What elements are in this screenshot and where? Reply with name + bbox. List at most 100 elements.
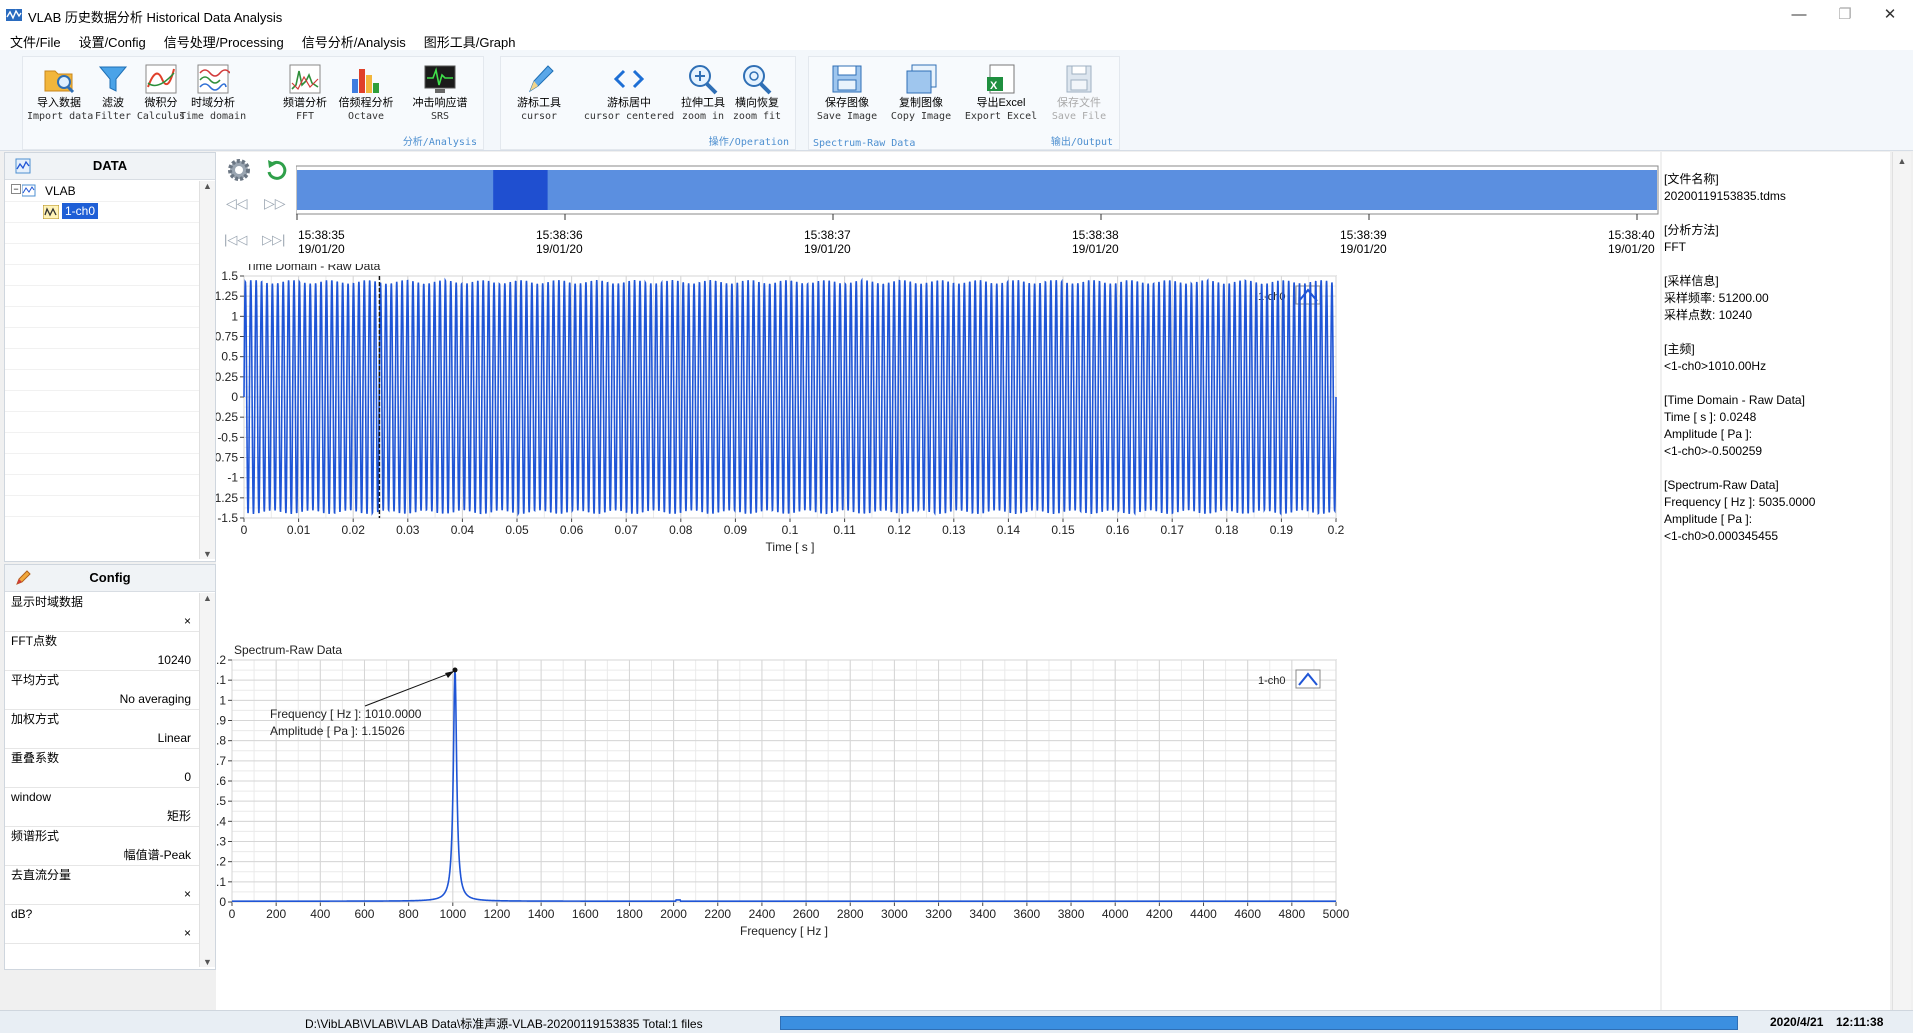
x-tick-label: 0.12 — [888, 523, 912, 537]
y-tick-label: 0.8 — [216, 734, 226, 748]
fft-button[interactable]: 频谱分析 FFT — [273, 59, 337, 123]
go-start-icon[interactable]: |◁◁ — [224, 232, 247, 248]
time-domain-chart[interactable]: Time Domain - Raw Data 0 0.01 0.02 0.03 0.04 0… — [216, 264, 1660, 624]
copy-image-icon — [906, 64, 937, 94]
x-tick-label: 0.18 — [1215, 523, 1239, 537]
x-tick-label: 0.05 — [505, 523, 529, 537]
config-value-remove-dc[interactable]: × — [5, 885, 199, 905]
info-line — [1664, 460, 1815, 477]
time-domain-button[interactable]: 时域分析 Time domain — [177, 59, 249, 123]
overview-tick-label: 15:38:40 19/01/20 — [1608, 228, 1655, 256]
restore-button[interactable]: ❐ — [1822, 0, 1868, 30]
cursor-tool-button[interactable]: 游标工具 cursor — [507, 59, 571, 123]
data-tree-scrollbar[interactable]: ▲ ▼ — [199, 181, 215, 559]
info-line: 采样频率: 51200.00 — [1664, 291, 1769, 305]
menu-analysis[interactable]: 信号分析/Analysis — [292, 30, 414, 51]
time-domain-sublabel: Time domain — [179, 111, 247, 122]
settings-gear-icon[interactable] — [224, 156, 254, 184]
tree-root-vlab[interactable]: − VLAB — [5, 181, 199, 202]
center-arrows-icon — [613, 69, 645, 89]
octave-sublabel: Octave — [347, 111, 385, 122]
spectrum-chart[interactable]: Spectrum-Raw Data0 200 400 600 800 1000 1200 14… — [216, 636, 1660, 1006]
scroll-up-icon[interactable]: ▲ — [200, 181, 215, 191]
step-back-icon[interactable]: ◁◁ — [226, 195, 248, 212]
x-tick-label: 3400 — [969, 907, 996, 921]
x-tick-label: 3200 — [925, 907, 952, 921]
save-file-button[interactable]: 保存文件 Save File — [1043, 59, 1115, 123]
y-tick-label: 0.25 — [216, 370, 238, 384]
config-scrollbar[interactable]: ▲ ▼ — [199, 593, 215, 967]
tree-item-channel[interactable]: 1-ch0 — [5, 202, 199, 223]
zoom-in-icon — [689, 65, 718, 95]
minimize-button[interactable]: — — [1776, 0, 1822, 30]
config-label-window: window — [5, 788, 199, 807]
ribbon-group-operation: 游标工具 cursor 游标居中 cursor centered 拉伸工具 zo… — [500, 56, 796, 150]
config-value-fft-points[interactable]: 10240 — [5, 651, 199, 671]
export-excel-button[interactable]: X 导出Excel Export Excel — [961, 59, 1041, 123]
cursor-centered-sublabel: cursor centered — [583, 111, 675, 122]
config-scroll-up-icon[interactable]: ▲ — [200, 593, 215, 603]
status-date: 2020/4/21 — [1770, 1015, 1824, 1029]
refresh-icon[interactable] — [262, 156, 292, 184]
save-image-button[interactable]: 保存图像 Save Image — [809, 59, 885, 123]
x-tick-label: 4400 — [1190, 907, 1217, 921]
x-tick-label: 200 — [266, 907, 286, 921]
close-button[interactable]: ✕ — [1867, 0, 1913, 30]
y-tick-label: 0.3 — [216, 835, 226, 849]
chart-title: Spectrum-Raw Data — [234, 643, 342, 657]
config-value-overlap[interactable]: 0 — [5, 768, 199, 788]
cursor-centered-button[interactable]: 游标居中 cursor centered — [579, 59, 679, 123]
menu-processing[interactable]: 信号处理/Processing — [154, 30, 292, 51]
menu-file[interactable]: 文件/File — [0, 30, 69, 51]
y-tick-label: -0.5 — [217, 430, 238, 444]
annotation-amplitude: Amplitude [ Pa ]: 1.15026 — [270, 724, 405, 738]
config-value-weighting[interactable]: Linear — [5, 729, 199, 749]
time-domain-label: 时域分析 — [191, 97, 235, 109]
zoom-fit-button[interactable]: 横向恢复 zoom fit — [725, 59, 789, 123]
config-value-spectrum-form[interactable]: 幅值谱-Peak — [5, 846, 199, 866]
overview-waveform[interactable] — [296, 162, 1660, 232]
config-panel-title: Config — [89, 570, 131, 585]
progress-bar — [780, 1016, 1738, 1030]
x-tick-label: 4200 — [1146, 907, 1173, 921]
step-forward-icon[interactable]: ▷▷ — [264, 195, 286, 212]
menu-graph[interactable]: 图形工具/Graph — [414, 30, 524, 51]
save-image-icon — [832, 65, 862, 93]
info-line: Frequency [ Hz ]: 5035.0000 — [1664, 495, 1816, 509]
info-scrollbar[interactable]: ▲ — [1892, 152, 1911, 1010]
info-line: [主频] — [1664, 342, 1695, 356]
config-value-db[interactable]: × — [5, 924, 199, 944]
x-tick-label: 0.14 — [997, 523, 1021, 537]
spectrum-icon — [289, 64, 321, 94]
x-tick-label: 2000 — [660, 907, 687, 921]
x-tick-label: 2200 — [704, 907, 731, 921]
octave-button[interactable]: 倍频程分析 Octave — [331, 59, 401, 123]
scroll-down-icon[interactable]: ▼ — [200, 549, 215, 559]
cursor-tool-label: 游标工具 — [517, 97, 561, 109]
info-line: [文件名称] — [1664, 172, 1719, 186]
srs-button[interactable]: 冲击响应谱 SRS — [405, 59, 475, 123]
config-label-db: dB? — [5, 905, 199, 924]
config-value-window[interactable]: 矩形 — [5, 807, 199, 827]
info-scroll-up-icon[interactable]: ▲ — [1893, 156, 1911, 166]
x-tick-label: 0.16 — [1106, 523, 1130, 537]
copy-image-button[interactable]: 复制图像 Copy Image — [883, 59, 959, 123]
menu-config[interactable]: 设置/Config — [69, 30, 154, 51]
x-tick-label: 0.17 — [1161, 523, 1185, 537]
config-value-show-time[interactable]: × — [5, 612, 199, 632]
go-end-icon[interactable]: ▷▷| — [262, 232, 285, 248]
data-panel-header: DATA — [5, 153, 215, 180]
info-line: 20200119153835.tdms — [1664, 189, 1786, 203]
y-tick-label: 1 — [231, 309, 238, 323]
pen-cursor-icon — [528, 65, 554, 93]
config-value-averaging[interactable]: No averaging — [5, 690, 199, 710]
config-panel: Config 显示时域数据 × FFT点数 10240 平均方式 No aver… — [4, 564, 216, 970]
pencil-icon — [16, 570, 31, 585]
info-line: [采样信息] — [1664, 274, 1719, 288]
x-tick-label: 2400 — [749, 907, 776, 921]
y-tick-label: 0.6 — [216, 774, 226, 788]
tree-collapse-icon[interactable]: − — [11, 184, 21, 194]
info-line: Amplitude [ Pa ]: — [1664, 512, 1753, 526]
output-group-title: Spectrum-Raw Data — [813, 138, 916, 149]
config-scroll-down-icon[interactable]: ▼ — [200, 957, 215, 967]
